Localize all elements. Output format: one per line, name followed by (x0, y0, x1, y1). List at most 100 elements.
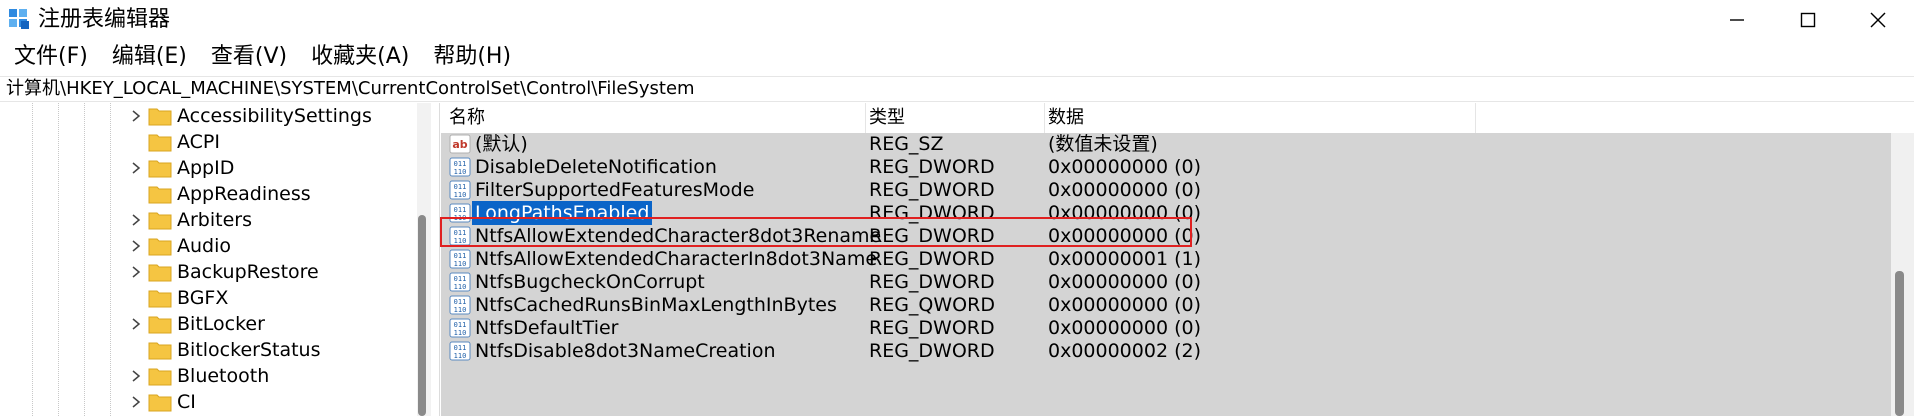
folder-icon (148, 264, 172, 282)
folder-icon (148, 186, 172, 204)
chevron-right-icon[interactable] (128, 368, 144, 384)
menu-bar: 文件(F) 编辑(E) 查看(V) 收藏夹(A) 帮助(H) (0, 40, 1914, 74)
folder-icon (148, 368, 172, 386)
svg-text:011: 011 (454, 183, 467, 191)
tree-item-label: CI (177, 391, 196, 413)
svg-text:011: 011 (454, 275, 467, 283)
column-header-type[interactable]: 类型 (869, 106, 905, 130)
menu-view[interactable]: 查看(V) (199, 42, 299, 72)
tree-item[interactable]: BackupRestore (0, 259, 420, 285)
tree-item-label: BGFX (177, 287, 229, 309)
tree-item[interactable]: BitLocker (0, 311, 420, 337)
tree-item[interactable]: BitlockerStatus (0, 337, 420, 363)
value-name[interactable]: NtfsDisable8dot3NameCreation (475, 339, 775, 363)
menu-edit[interactable]: 编辑(E) (100, 42, 199, 72)
tree-item-label: AppID (177, 157, 235, 179)
svg-text:011: 011 (454, 321, 467, 329)
folder-icon (148, 342, 172, 360)
tree-item[interactable]: AppReadiness (0, 181, 420, 207)
svg-text:110: 110 (454, 191, 467, 199)
maximize-button[interactable] (1773, 0, 1843, 40)
address-path[interactable]: 计算机\HKEY_LOCAL_MACHINE\SYSTEM\CurrentCon… (6, 78, 695, 100)
tree-item-label: BitlockerStatus (177, 339, 321, 361)
column-header-name[interactable]: 名称 (449, 106, 485, 130)
column-separator[interactable] (1475, 103, 1476, 133)
binary-value-icon: 011110 (449, 272, 471, 292)
folder-icon (148, 290, 172, 308)
address-bar[interactable]: 计算机\HKEY_LOCAL_MACHINE\SYSTEM\CurrentCon… (0, 76, 1914, 102)
tree-scrollbar-thumb[interactable] (418, 215, 426, 416)
chevron-right-icon[interactable] (128, 212, 144, 228)
tree-item[interactable]: AppID (0, 155, 420, 181)
binary-value-icon: 011110 (449, 249, 471, 269)
svg-text:011: 011 (454, 252, 467, 260)
binary-value-icon: 011110 (449, 295, 471, 315)
svg-text:110: 110 (454, 352, 467, 360)
close-button[interactable] (1843, 0, 1913, 40)
tree-item-label: BackupRestore (177, 261, 319, 283)
folder-icon (148, 212, 172, 230)
binary-value-icon: 011110 (449, 180, 471, 200)
maximize-icon (1800, 12, 1816, 28)
tree-item-label: AccessibilitySettings (177, 105, 372, 127)
list-scrollbar-thumb[interactable] (1895, 271, 1904, 416)
string-value-icon: ab (449, 134, 471, 154)
svg-text:110: 110 (454, 306, 467, 314)
tree-item[interactable]: ACPI (0, 129, 420, 155)
tree-item-label: AppReadiness (177, 183, 311, 205)
svg-text:011: 011 (454, 206, 467, 214)
chevron-right-icon[interactable] (128, 264, 144, 280)
tree-item-label: Arbiters (177, 209, 252, 231)
svg-text:011: 011 (454, 344, 467, 352)
binary-value-icon: 011110 (449, 157, 471, 177)
tree-item[interactable]: AccessibilitySettings (0, 103, 420, 129)
value-type: REG_DWORD (869, 340, 995, 362)
tree-item[interactable]: Arbiters (0, 207, 420, 233)
binary-value-icon: 011110 (449, 318, 471, 338)
chevron-right-icon[interactable] (128, 108, 144, 124)
tree-item-label: ACPI (177, 131, 220, 153)
binary-value-icon: 011110 (449, 341, 471, 361)
menu-favorites[interactable]: 收藏夹(A) (299, 42, 421, 72)
key-tree-pane[interactable]: AccessibilitySettings ACPI AppID AppReadine… (0, 103, 440, 416)
svg-text:110: 110 (454, 329, 467, 337)
folder-icon (148, 394, 172, 412)
regedit-icon (9, 9, 29, 29)
minimize-button[interactable] (1702, 0, 1772, 40)
highlight-box (440, 217, 1192, 247)
tree-item-label: Audio (177, 235, 232, 257)
folder-icon (148, 238, 172, 256)
tree-item[interactable]: CI (0, 389, 420, 415)
column-header-data[interactable]: 数据 (1048, 106, 1084, 130)
folder-icon (148, 134, 172, 152)
tree-item[interactable]: Audio (0, 233, 420, 259)
value-row[interactable]: 011 110 NtfsDisable8dot3NameCreation REG_DW… (441, 337, 1891, 365)
svg-text:110: 110 (454, 283, 467, 291)
svg-text:110: 110 (454, 168, 467, 176)
chevron-right-icon[interactable] (128, 316, 144, 332)
title-bar: 注册表编辑器 (0, 0, 1914, 40)
folder-icon (148, 108, 172, 126)
tree-item[interactable]: Bluetooth (0, 363, 420, 389)
chevron-right-icon[interactable] (128, 238, 144, 254)
value-data: 0x00000002 (2) (1048, 340, 1201, 362)
folder-icon (148, 160, 172, 178)
chevron-right-icon[interactable] (128, 394, 144, 410)
svg-text:ab: ab (452, 138, 467, 151)
values-list-pane[interactable]: 名称 类型 数据 ab (默认) REG_SZ (数值未设置) 011 110 Disabl… (441, 103, 1914, 416)
list-header: 名称 类型 数据 (441, 103, 1914, 133)
svg-text:011: 011 (454, 298, 467, 306)
window-title: 注册表编辑器 (38, 7, 171, 32)
column-separator[interactable] (865, 103, 866, 133)
tree-item-label: Bluetooth (177, 365, 270, 387)
folder-icon (148, 316, 172, 334)
close-icon (1870, 12, 1886, 28)
menu-file[interactable]: 文件(F) (2, 42, 100, 72)
chevron-right-icon[interactable] (128, 160, 144, 176)
tree-item[interactable]: BGFX (0, 285, 420, 311)
column-separator[interactable] (1044, 103, 1045, 133)
tree-item-label: BitLocker (177, 313, 265, 335)
menu-help[interactable]: 帮助(H) (421, 42, 523, 72)
svg-text:011: 011 (454, 160, 467, 168)
minimize-icon (1730, 19, 1744, 21)
